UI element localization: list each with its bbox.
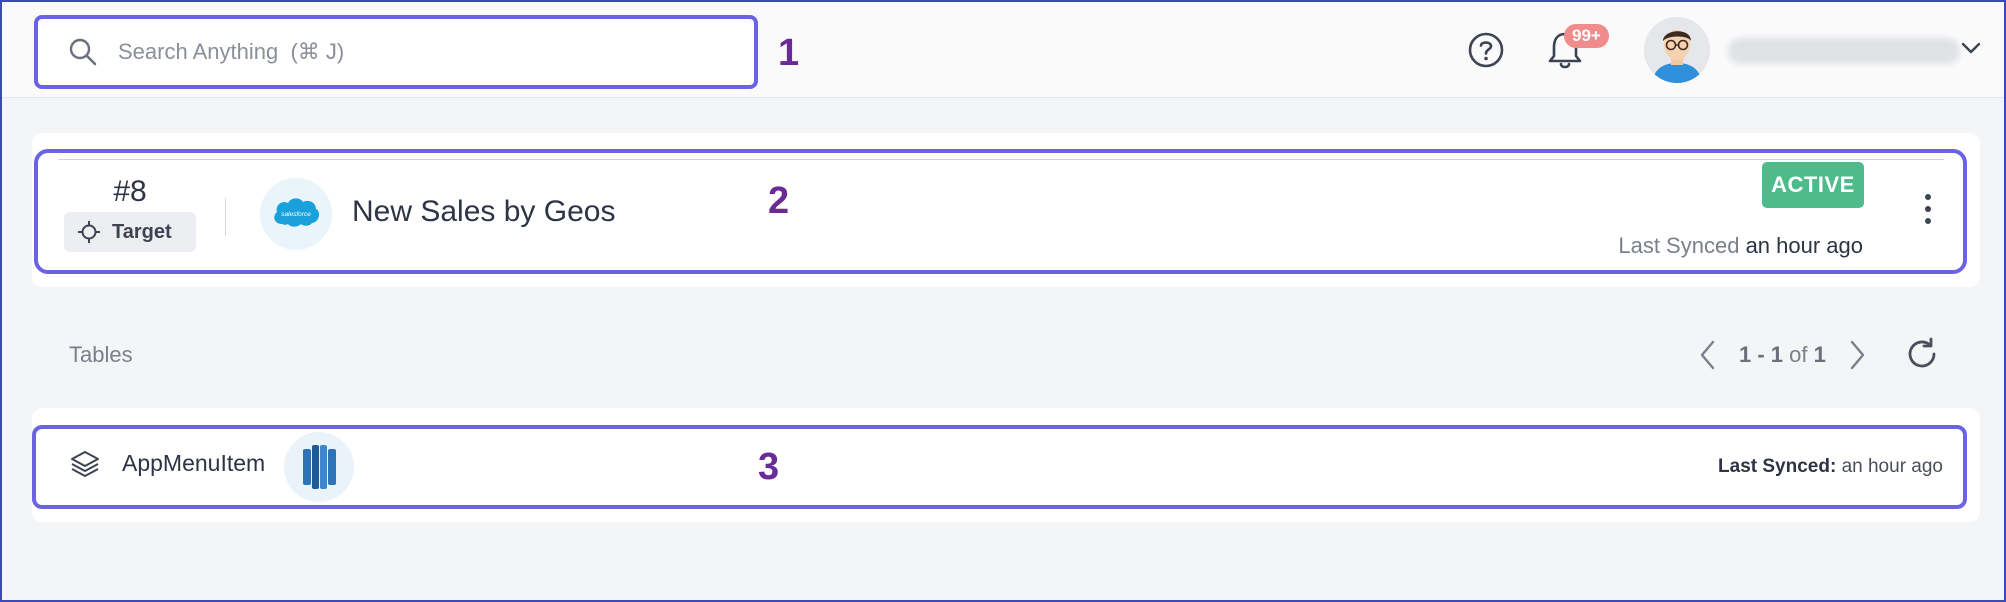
avatar[interactable]: [1644, 17, 1710, 83]
redshift-logo: [284, 432, 354, 502]
row-last-synced-label: Last Synced:: [1718, 456, 1837, 477]
search-box[interactable]: [34, 15, 758, 89]
model-title[interactable]: New Sales by Geos: [352, 195, 615, 229]
last-synced-label: Last Synced: [1618, 233, 1740, 258]
status-badge: ACTIVE: [1762, 162, 1864, 208]
salesforce-logo: salesforce: [260, 178, 332, 250]
user-email-blurred[interactable]: [1728, 38, 1960, 64]
model-type-label: Target: [112, 221, 172, 243]
model-number: #8: [113, 175, 147, 208]
chevron-left-icon[interactable]: [1697, 338, 1719, 372]
table-row[interactable]: AppMenuItem Last Synced: an hour ago: [32, 425, 1967, 509]
row-last-synced: Last Synced: an hour ago: [1718, 456, 1943, 478]
annotation-number-2: 2: [768, 180, 790, 222]
pagination-total: 1: [1813, 342, 1826, 367]
question-circle-icon[interactable]: [1466, 30, 1506, 70]
model-type-tag: Target: [64, 212, 196, 252]
top-header: 1 99+: [2, 2, 2004, 98]
notification-badge: 99+: [1564, 24, 1609, 48]
user-avatar-icon: [1644, 17, 1710, 83]
pagination-of: of: [1789, 342, 1808, 367]
chevron-right-icon[interactable]: [1846, 338, 1868, 372]
chevron-down-icon[interactable]: [1960, 40, 1982, 56]
search-input[interactable]: [118, 33, 718, 71]
crosshair-icon: [78, 221, 100, 243]
tables-section-label: Tables: [69, 342, 133, 367]
redshift-icon: [303, 445, 336, 489]
last-synced-value: an hour ago: [1745, 233, 1863, 258]
refresh-icon[interactable]: [1904, 336, 1940, 372]
annotation-number-1: 1: [778, 32, 800, 74]
row-last-synced-value: an hour ago: [1841, 456, 1943, 477]
svg-text:salesforce: salesforce: [281, 211, 311, 218]
layers-icon: [71, 451, 99, 477]
card-top-divider: [58, 159, 1944, 160]
more-vertical-icon[interactable]: [1920, 191, 1936, 227]
model-card[interactable]: #8 Target salesforce New Sales by Geos A…: [34, 149, 1967, 274]
salesforce-cloud-icon: salesforce: [274, 198, 320, 227]
search-icon: [69, 38, 97, 66]
pagination-text: 1 - 1 of 1: [1739, 342, 1826, 368]
model-last-synced: Last Synced an hour ago: [1618, 233, 1863, 259]
table-name[interactable]: AppMenuItem: [122, 450, 265, 477]
annotation-number-3: 3: [758, 446, 780, 488]
pagination-range: 1 - 1: [1739, 342, 1784, 367]
vertical-divider: [225, 198, 226, 236]
